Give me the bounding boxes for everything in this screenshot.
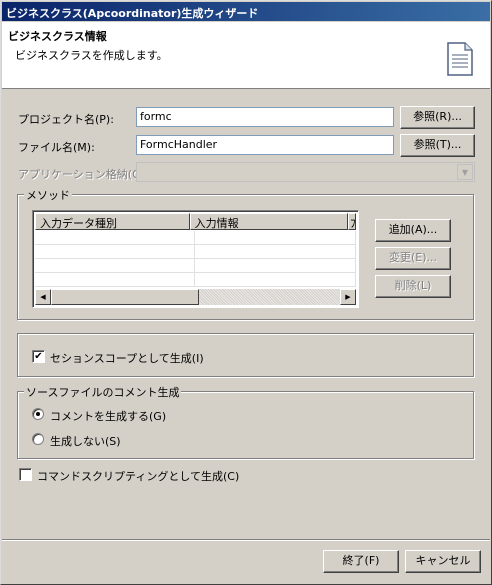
column-header-extra[interactable]: ﾌ <box>348 213 356 230</box>
scrollbar-thumb[interactable] <box>51 289 199 305</box>
session-scope-label[interactable]: セションスコープとして生成(I) <box>50 350 204 366</box>
table-header: 入力データ種別 入力情報 ﾌ <box>35 213 356 230</box>
wizard-header: ビジネスクラス情報 ビジネスクラスを作成します。 <box>2 22 490 89</box>
table-row <box>35 273 356 287</box>
method-group-title: メソッド <box>24 187 72 203</box>
footer-separator <box>2 539 490 541</box>
file-label: ファイル名(M): <box>18 141 95 154</box>
radio-no-comment-label[interactable]: 生成しない(S) <box>50 433 121 449</box>
scroll-right-icon[interactable]: ▶ <box>340 289 356 305</box>
radio-generate-comment-label[interactable]: コメントを生成する(G) <box>50 408 166 424</box>
project-name-input[interactable]: formc <box>136 107 394 127</box>
window-title: ビジネスクラス(Apcoordinator)生成ウィザード <box>2 2 490 21</box>
project-browse-button[interactable]: 参照(R)... <box>400 106 475 129</box>
scroll-left-icon[interactable]: ◀ <box>35 289 51 305</box>
horizontal-scrollbar[interactable]: ◀ ▶ <box>35 289 356 305</box>
change-button[interactable]: 変更(E)... <box>375 247 451 270</box>
wizard-window: ビジネスクラス(Apcoordinator)生成ウィザード ビジネスクラス情報 … <box>0 0 492 585</box>
add-button[interactable]: 追加(A)... <box>375 219 451 242</box>
cancel-button[interactable]: キャンセル <box>405 550 481 573</box>
file-name-input[interactable]: FormcHandler <box>136 135 394 155</box>
chevron-down-icon: ▼ <box>457 164 473 180</box>
file-browse-button[interactable]: 参照(T)... <box>400 134 475 157</box>
app-store-combo[interactable]: ▼ <box>136 162 475 182</box>
comment-group-title: ソースファイルのコメント生成 <box>24 384 182 400</box>
table-row <box>35 231 356 245</box>
delete-button[interactable]: 削除(L) <box>375 275 451 298</box>
page-title: ビジネスクラス情報 <box>8 30 107 43</box>
app-store-label: アプリケーション格納(O): <box>18 168 149 181</box>
table-row <box>35 245 356 259</box>
command-scripting-checkbox[interactable] <box>19 468 32 481</box>
radio-generate-comment[interactable] <box>32 408 44 420</box>
radio-no-comment[interactable] <box>32 433 44 445</box>
page-description: ビジネスクラスを作成します。 <box>15 49 168 62</box>
column-header-input-type[interactable]: 入力データ種別 <box>35 213 190 230</box>
document-icon <box>447 42 473 76</box>
column-header-input-info[interactable]: 入力情報 <box>189 213 349 230</box>
command-scripting-label[interactable]: コマンドスクリプティングとして生成(C) <box>37 468 239 484</box>
project-label: プロジェクト名(P): <box>18 113 114 126</box>
table-row <box>35 259 356 273</box>
session-scope-checkbox[interactable]: ✔ <box>32 350 45 363</box>
method-table[interactable]: 入力データ種別 入力情報 ﾌ ◀ ▶ <box>32 210 359 308</box>
finish-button[interactable]: 終了(F) <box>323 550 399 573</box>
